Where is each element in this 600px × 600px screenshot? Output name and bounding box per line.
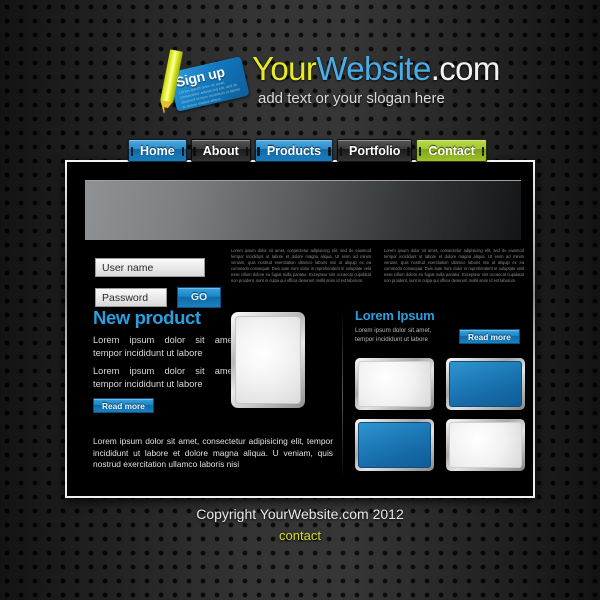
page-background: Sign up Lorem ipsum dolor sit amet, cons…	[0, 0, 600, 600]
intro-column-right: Lorem ipsum dolor sit amet, consectetur …	[384, 248, 524, 284]
site-header: Sign up Lorem ipsum dolor sit amet, cons…	[0, 34, 600, 118]
new-product-paragraph-1: Lorem ipsum dolor sit amet, tempor incid…	[93, 335, 238, 358]
thumbnail-face	[449, 422, 522, 468]
right-panel: Lorem Ipsum Lorem ipsum dolor sit amet, …	[355, 308, 525, 344]
thumbnail-item[interactable]	[355, 419, 434, 471]
nav-item-portfolio[interactable]: Portfolio	[337, 139, 413, 162]
thumbnail-grid	[355, 358, 525, 471]
content-frame: GO Lorem ipsum dolor sit amet, consectet…	[65, 160, 535, 498]
thumbnail-face	[449, 361, 522, 407]
nav-item-contact[interactable]: Contact	[416, 139, 487, 162]
main-navigation[interactable]: Home About Products Portfolio Contact	[128, 139, 491, 162]
product-image[interactable]	[231, 312, 305, 408]
bottom-paragraph: Lorem ipsum dolor sit amet, consectetur …	[93, 436, 333, 470]
new-product-section: New product Lorem ipsum dolor sit amet, …	[93, 308, 238, 390]
right-panel-read-more-button[interactable]: Read more	[459, 329, 520, 344]
new-product-read-more-button[interactable]: Read more	[93, 398, 154, 413]
site-slogan: add text or your slogan here	[258, 90, 445, 107]
brand-part-com: .com	[430, 50, 501, 87]
thumbnail-item[interactable]	[446, 419, 525, 471]
go-button[interactable]: GO	[177, 287, 221, 308]
right-panel-text: Lorem ipsum dolor sit amet, tempor incid…	[355, 327, 432, 343]
product-image-face	[235, 316, 301, 404]
intro-column-left: Lorem ipsum dolor sit amet, consectetur …	[231, 248, 371, 284]
password-input[interactable]	[95, 288, 167, 307]
brand-part-website: Website	[316, 50, 431, 87]
site-footer: Copyright YourWebsite.com 2012 contact	[0, 506, 600, 545]
new-product-paragraph-2: Lorem ipsum dolor sit amet, tempor incid…	[93, 366, 238, 389]
nav-item-products[interactable]: Products	[254, 139, 334, 162]
right-panel-title: Lorem Ipsum	[355, 308, 435, 323]
right-panel-row: Lorem ipsum dolor sit amet, tempor incid…	[355, 327, 525, 344]
thumbnail-item[interactable]	[446, 358, 525, 410]
thumbnail-item[interactable]	[355, 358, 434, 410]
brand-block: YourWebsite.com add text or your slogan …	[252, 50, 500, 107]
nav-item-home[interactable]: Home	[128, 139, 187, 162]
login-form[interactable]: GO	[95, 258, 221, 308]
nav-item-about[interactable]: About	[190, 139, 251, 162]
brand-part-your: Your	[252, 50, 317, 87]
copyright-text: Copyright YourWebsite.com 2012	[196, 506, 404, 522]
username-input[interactable]	[95, 258, 205, 277]
logo[interactable]: Sign up Lorem ipsum dolor sit amet, cons…	[158, 48, 250, 118]
content-frame-inner: GO Lorem ipsum dolor sit amet, consectet…	[67, 162, 533, 496]
password-row: GO	[95, 287, 221, 308]
thumbnail-face	[358, 422, 431, 468]
sign-up-badge[interactable]: Sign up Lorem ipsum dolor sit amet, cons…	[168, 56, 250, 112]
new-product-title: New product	[93, 307, 201, 328]
page-title: YourWebsite.com	[252, 50, 500, 88]
vertical-divider	[342, 308, 343, 480]
hero-banner	[85, 180, 521, 240]
thumbnail-face	[358, 361, 431, 407]
footer-contact-link[interactable]: contact	[279, 528, 321, 543]
